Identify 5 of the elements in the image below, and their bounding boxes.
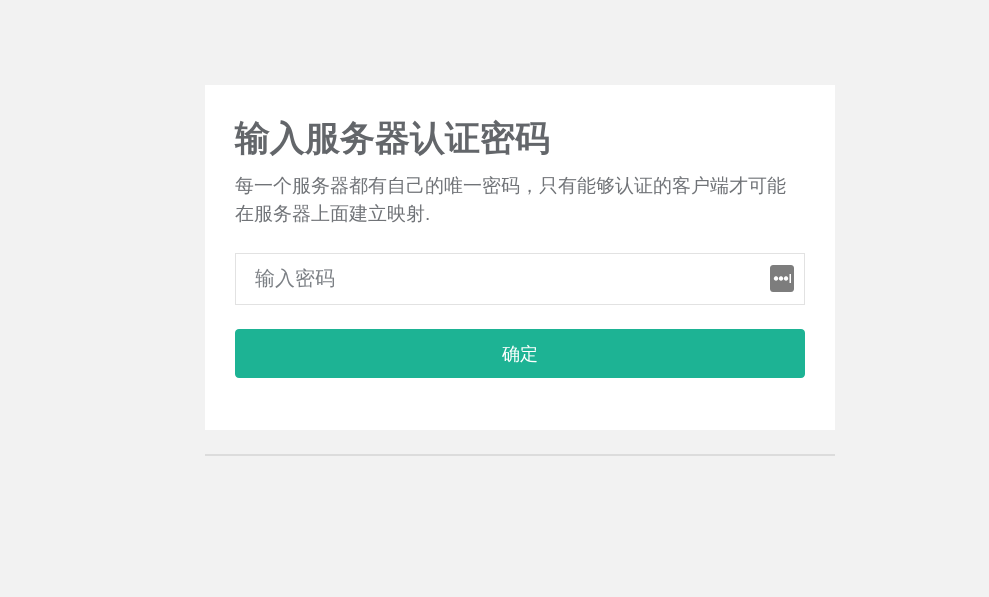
description-text: 每一个服务器都有自己的唯一密码，只有能够认证的客户端才可能在服务器上面建立映射. [235, 175, 787, 227]
confirm-button[interactable]: 确定 [235, 329, 805, 378]
password-manager-icon[interactable] [770, 265, 794, 292]
page-title: 输入服务器认证密码 [235, 118, 551, 160]
password-field[interactable]: 输入密码 [235, 253, 805, 305]
